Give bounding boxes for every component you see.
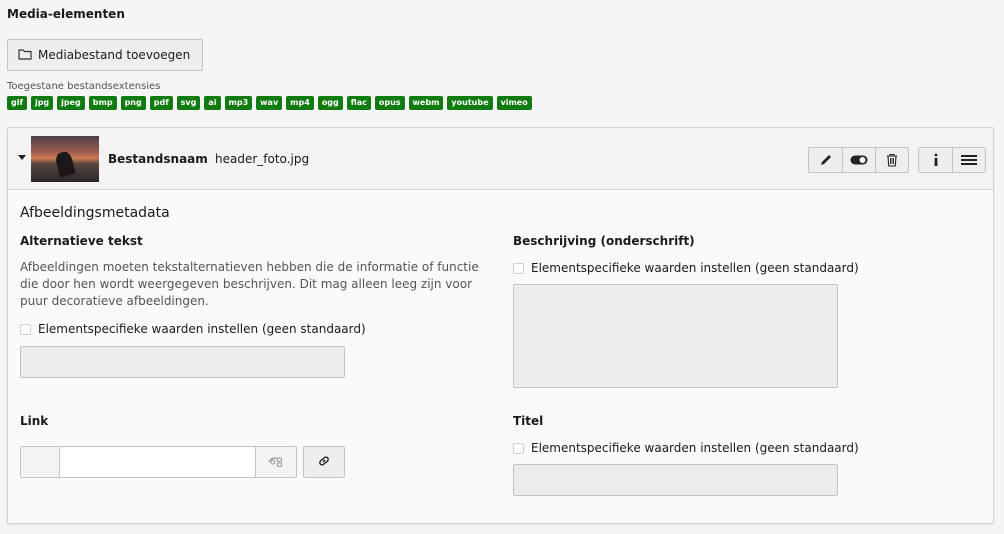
- link-field-group: [20, 446, 297, 478]
- title-override-checkbox[interactable]: Elementspecifieke waarden instellen (gee…: [513, 441, 859, 455]
- checkbox-label: Elementspecifieke waarden instellen (gee…: [531, 441, 859, 455]
- file-info-group: [918, 147, 986, 173]
- link-input[interactable]: [60, 447, 256, 477]
- extension-badge: pdf: [149, 96, 173, 110]
- file-reference-panel: Bestandsnaam header_foto.jpg Afbeeldings…: [7, 127, 994, 524]
- title-input[interactable]: [513, 464, 838, 496]
- file-thumbnail[interactable]: [31, 136, 99, 182]
- extension-badge: ogg: [317, 96, 343, 110]
- link-prefix: [21, 447, 60, 477]
- pencil-icon[interactable]: [809, 148, 842, 172]
- folder-icon: [18, 48, 32, 63]
- menu-icon[interactable]: [952, 148, 985, 172]
- alt-text-label: Alternatieve tekst: [20, 234, 143, 248]
- alt-text-input[interactable]: [20, 346, 345, 378]
- metadata-heading: Afbeeldingsmetadata: [20, 205, 170, 221]
- checkbox-box[interactable]: [513, 442, 524, 454]
- info-icon[interactable]: [919, 148, 952, 172]
- add-media-label: Mediabestand toevoegen: [38, 48, 191, 62]
- link-browser-button[interactable]: [303, 446, 345, 478]
- allowed-extensions-label: Toegestane bestandsextensies: [7, 81, 161, 92]
- toggle-icon[interactable]: [842, 148, 875, 172]
- link-icon: [317, 454, 331, 471]
- file-panel-header[interactable]: Bestandsnaam header_foto.jpg: [8, 128, 993, 190]
- link-explanation-icon[interactable]: [256, 447, 296, 477]
- alt-override-checkbox[interactable]: Elementspecifieke waarden instellen (gee…: [20, 322, 366, 336]
- extension-badge: gif: [7, 96, 27, 110]
- extension-badge: vimeo: [496, 96, 532, 110]
- extension-badge: jpeg: [57, 96, 85, 110]
- extension-badge: youtube: [447, 96, 493, 110]
- extension-badge: png: [120, 96, 146, 110]
- link-label: Link: [20, 414, 49, 428]
- description-label: Beschrijving (onderschrift): [513, 234, 695, 248]
- add-media-button[interactable]: Mediabestand toevoegen: [7, 39, 203, 71]
- extension-badge-list: gif jpg jpeg bmp png pdf svg ai mp3 wav …: [7, 96, 532, 110]
- collapse-caret-icon[interactable]: [18, 155, 26, 160]
- extension-badge: jpg: [30, 96, 54, 110]
- title-label: Titel: [513, 414, 544, 428]
- extension-badge: svg: [176, 96, 201, 110]
- file-action-group: [808, 147, 909, 173]
- extension-badge: mp4: [286, 96, 314, 110]
- extension-badge: opus: [374, 96, 405, 110]
- checkbox-box[interactable]: [513, 262, 524, 274]
- checkbox-label: Elementspecifieke waarden instellen (gee…: [38, 322, 366, 336]
- alt-text-help: Afbeeldingen moeten tekstalternatieven h…: [20, 260, 479, 308]
- description-override-checkbox[interactable]: Elementspecifieke waarden instellen (gee…: [513, 261, 859, 275]
- extension-badge: wav: [256, 96, 283, 110]
- description-textarea[interactable]: [513, 284, 838, 388]
- extension-badge: webm: [408, 96, 444, 110]
- extension-badge: ai: [204, 96, 221, 110]
- trash-icon[interactable]: [875, 148, 908, 172]
- extension-badge: mp3: [224, 96, 253, 110]
- checkbox-box[interactable]: [20, 323, 31, 335]
- checkbox-label: Elementspecifieke waarden instellen (gee…: [531, 261, 859, 275]
- filename-value: header_foto.jpg: [215, 152, 310, 166]
- extension-badge: bmp: [88, 96, 117, 110]
- filename-label: Bestandsnaam: [108, 152, 208, 166]
- extension-badge: flac: [346, 96, 371, 110]
- section-title: Media-elementen: [7, 7, 125, 21]
